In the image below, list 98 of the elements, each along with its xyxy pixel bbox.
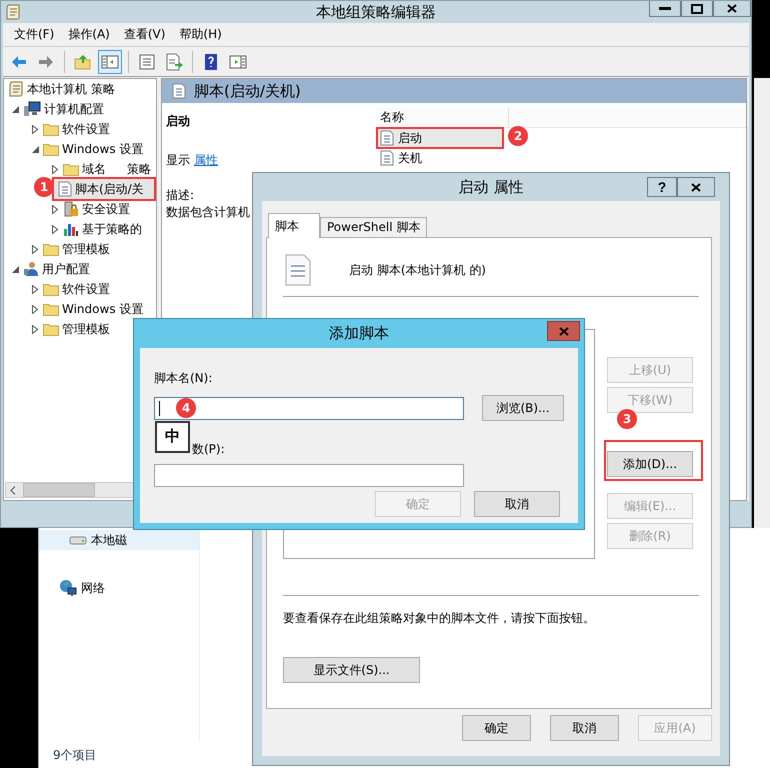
tree-item[interactable]: 基于策略的 bbox=[4, 219, 156, 239]
folder-icon bbox=[43, 322, 59, 336]
list-item[interactable]: 关机 bbox=[376, 148, 504, 168]
browse-button[interactable]: 浏览(B)... bbox=[482, 395, 564, 421]
window-title: 本地组策略编辑器 bbox=[316, 2, 436, 22]
close-icon bbox=[691, 182, 701, 192]
script-params-field[interactable] bbox=[154, 464, 464, 487]
export-list-icon bbox=[165, 52, 183, 70]
script-file-icon bbox=[380, 150, 394, 166]
script-file-icon bbox=[380, 130, 394, 146]
collapsed-arrow-icon[interactable] bbox=[52, 164, 58, 174]
expanded-arrow-icon[interactable] bbox=[32, 146, 38, 152]
status-text: 9个项目 bbox=[53, 746, 97, 764]
step-number-badge: 2 bbox=[508, 126, 528, 146]
properties-link[interactable]: 属性 bbox=[194, 153, 218, 167]
side-button[interactable]: 添加(D)... bbox=[607, 451, 693, 477]
minimize-button[interactable] bbox=[649, 1, 681, 17]
tree-item[interactable]: 本地计算机 策略 bbox=[4, 79, 156, 99]
properties-icon bbox=[138, 52, 156, 70]
script-file-icon bbox=[58, 181, 72, 197]
input-method-indicator: 中 bbox=[155, 420, 190, 452]
minimize-icon bbox=[659, 6, 671, 10]
tree-item[interactable]: 域名 策略 bbox=[4, 159, 156, 179]
computer-icon bbox=[23, 101, 41, 117]
close-icon bbox=[727, 4, 737, 13]
close-icon bbox=[558, 326, 568, 336]
script-name-field[interactable] bbox=[154, 396, 464, 420]
help-button[interactable]: ? bbox=[647, 177, 677, 197]
help-icon bbox=[202, 52, 220, 70]
tree-item[interactable]: 安全设置 bbox=[4, 199, 156, 219]
folder-icon bbox=[43, 242, 59, 256]
folder-icon bbox=[43, 282, 59, 296]
hint-text: 要查看保存在此组策略对象中的脚本文件，请按下面按钮。 bbox=[283, 610, 596, 627]
scroll-icon bbox=[5, 4, 21, 20]
tab[interactable]: PowerShell 脚本 bbox=[320, 217, 428, 237]
tree-item[interactable]: 用户配置 bbox=[4, 259, 156, 279]
collapsed-arrow-icon[interactable] bbox=[32, 124, 38, 134]
dialog-button[interactable]: 取消 bbox=[550, 715, 619, 741]
tree-item[interactable]: 软件设置 bbox=[4, 119, 156, 139]
collapsed-arrow-icon[interactable] bbox=[32, 324, 38, 334]
field-label: 脚本名(N): bbox=[154, 370, 214, 387]
menu-item[interactable]: 操作(A) bbox=[61, 24, 117, 45]
expanded-arrow-icon[interactable] bbox=[12, 266, 18, 272]
show-files-button[interactable]: 显示文件(S)... bbox=[283, 657, 420, 683]
dialog-title: 添加脚本 bbox=[329, 324, 389, 343]
scroll-icon bbox=[8, 81, 24, 97]
folder-icon bbox=[43, 122, 59, 136]
item-heading: 启动 bbox=[166, 113, 191, 130]
collapsed-arrow-icon[interactable] bbox=[32, 304, 38, 314]
dialog-title: 启动 属性 bbox=[458, 178, 524, 196]
disk-drive-icon bbox=[69, 535, 87, 545]
dialog-button[interactable]: 取消 bbox=[474, 491, 560, 517]
menu-item[interactable]: 查看(V) bbox=[116, 24, 172, 45]
action-pane-icon bbox=[229, 52, 247, 70]
tree-item[interactable]: 管理模板 bbox=[4, 239, 156, 259]
scrollbar-thumb[interactable] bbox=[23, 483, 95, 497]
step-number-badge: 3 bbox=[617, 409, 637, 429]
folder-icon bbox=[43, 302, 59, 316]
tree-pane-icon bbox=[101, 52, 119, 70]
up-folder-icon bbox=[74, 52, 92, 70]
step-number-badge: 1 bbox=[34, 177, 54, 197]
toolbar-button[interactable] bbox=[98, 50, 122, 74]
description-label: 描述: bbox=[166, 187, 196, 204]
menu-item[interactable]: 文件(F) bbox=[7, 24, 62, 45]
show-label: 显示 bbox=[166, 153, 190, 167]
lock-server-icon bbox=[63, 201, 79, 217]
maximize-icon bbox=[691, 4, 703, 14]
nav-item[interactable]: 本地磁 bbox=[39, 530, 199, 550]
tree-item[interactable]: 脚本(启动/关 bbox=[52, 177, 156, 201]
bar-chart-icon bbox=[63, 221, 79, 237]
collapsed-arrow-icon[interactable] bbox=[52, 204, 58, 214]
script-heading: 启动 脚本(本地计算机 的) bbox=[349, 262, 486, 278]
menu-item[interactable]: 帮助(H) bbox=[172, 24, 229, 45]
tree-item[interactable]: 计算机配置 bbox=[4, 99, 156, 119]
user-icon bbox=[23, 261, 39, 277]
script-file-icon bbox=[285, 254, 311, 286]
close-button[interactable] bbox=[677, 177, 715, 197]
tree-item[interactable]: 管理模板 bbox=[4, 319, 156, 339]
collapsed-arrow-icon[interactable] bbox=[32, 284, 38, 294]
field-label: 数(P): bbox=[191, 441, 226, 458]
nav-item[interactable]: 网络 bbox=[39, 578, 199, 598]
network-globe-icon bbox=[59, 579, 77, 597]
tab[interactable]: 脚本 bbox=[268, 213, 320, 238]
collapsed-arrow-icon[interactable] bbox=[32, 244, 38, 254]
expanded-arrow-icon[interactable] bbox=[12, 106, 18, 112]
maximize-button[interactable] bbox=[681, 1, 713, 17]
tree-item[interactable]: Windows 设置 bbox=[4, 299, 156, 319]
dialog-button[interactable]: 确定 bbox=[462, 715, 531, 741]
close-button[interactable] bbox=[713, 1, 751, 17]
folder-icon bbox=[43, 142, 59, 156]
collapsed-arrow-icon[interactable] bbox=[52, 224, 58, 234]
tree-item[interactable]: Windows 设置 bbox=[4, 139, 156, 159]
description-text: 数据包含计算机 bbox=[166, 204, 251, 221]
pane-title: 脚本(启动/关机) bbox=[194, 82, 301, 100]
list-item[interactable]: 启动 bbox=[376, 127, 504, 149]
tree-item[interactable]: 软件设置 bbox=[4, 279, 156, 299]
scroll-left-icon[interactable] bbox=[10, 486, 16, 494]
script-file-icon bbox=[172, 83, 186, 99]
